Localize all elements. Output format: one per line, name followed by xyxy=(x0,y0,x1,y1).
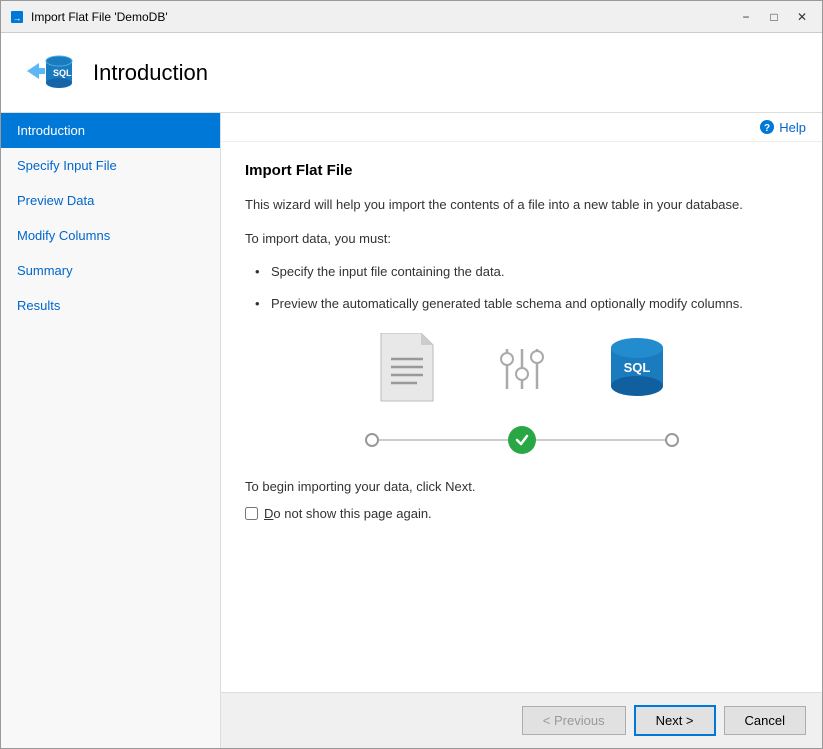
do-not-show-checkbox[interactable] xyxy=(245,507,258,520)
do-not-show-label[interactable]: Do not show this page again. xyxy=(264,506,432,521)
must-label: To import data, you must: xyxy=(245,229,798,249)
sliders-icon xyxy=(497,339,547,399)
window-title: Import Flat File 'DemoDB' xyxy=(31,10,734,24)
file-icon xyxy=(377,333,437,405)
bullet-item-2: Preview the automatically generated tabl… xyxy=(255,294,798,314)
help-link[interactable]: ? Help xyxy=(759,119,806,135)
connector-dot-right xyxy=(665,433,679,447)
wizard-header: SQL Introduction xyxy=(1,33,822,113)
content-title: Import Flat File xyxy=(245,162,798,179)
window-controls: − □ ✕ xyxy=(734,5,814,29)
connector-row xyxy=(372,425,672,455)
sql-icon: SQL xyxy=(607,334,667,404)
sidebar: Introduction Specify Input File Preview … xyxy=(1,113,221,748)
bullet-list: Specify the input file containing the da… xyxy=(255,262,798,313)
sidebar-item-preview-data[interactable]: Preview Data xyxy=(1,183,220,218)
header-icon-wrapper: SQL xyxy=(21,45,77,101)
connector-dot-left xyxy=(365,433,379,447)
database-import-icon: SQL xyxy=(21,45,77,101)
sidebar-item-modify-columns[interactable]: Modify Columns xyxy=(1,218,220,253)
diagram-icons-row: SQL xyxy=(377,333,667,405)
checkmark-icon xyxy=(514,432,530,448)
wizard-title: Introduction xyxy=(93,60,208,86)
previous-button[interactable]: < Previous xyxy=(522,706,626,735)
app-icon: → xyxy=(9,9,25,25)
svg-text:SQL: SQL xyxy=(53,68,72,78)
main-window: → Import Flat File 'DemoDB' − □ ✕ SQL xyxy=(0,0,823,749)
help-icon: ? xyxy=(759,119,775,135)
minimize-button[interactable]: − xyxy=(734,5,758,29)
sidebar-item-summary[interactable]: Summary xyxy=(1,253,220,288)
svg-text:→: → xyxy=(13,13,22,23)
wizard-footer: < Previous Next > Cancel xyxy=(221,692,822,748)
svg-text:SQL: SQL xyxy=(623,360,650,375)
maximize-button[interactable]: □ xyxy=(762,5,786,29)
bullet-item-1: Specify the input file containing the da… xyxy=(255,262,798,282)
close-button[interactable]: ✕ xyxy=(790,5,814,29)
bottom-text: To begin importing your data, click Next… xyxy=(245,479,798,494)
intro-paragraph: This wizard will help you import the con… xyxy=(245,195,798,215)
import-diagram: SQL xyxy=(245,333,798,455)
sidebar-item-specify-input-file[interactable]: Specify Input File xyxy=(1,148,220,183)
connector-check-circle xyxy=(508,426,536,454)
content-area: ? Help Import Flat File This wizard will… xyxy=(221,113,822,748)
title-bar: → Import Flat File 'DemoDB' − □ ✕ xyxy=(1,1,822,33)
sidebar-item-introduction[interactable]: Introduction xyxy=(1,113,220,148)
svg-text:?: ? xyxy=(764,123,770,134)
content-body: Import Flat File This wizard will help y… xyxy=(221,142,822,692)
help-bar: ? Help xyxy=(221,113,822,142)
sidebar-item-results[interactable]: Results xyxy=(1,288,220,323)
next-button[interactable]: Next > xyxy=(634,705,716,736)
do-not-show-row: Do not show this page again. xyxy=(245,506,798,521)
main-body: Introduction Specify Input File Preview … xyxy=(1,113,822,748)
cancel-button[interactable]: Cancel xyxy=(724,706,806,735)
